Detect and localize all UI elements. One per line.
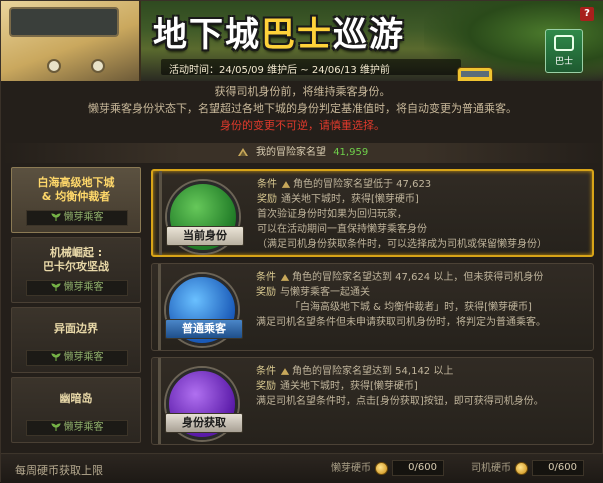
- bus-icon: [554, 35, 574, 51]
- identity-notice: 获得司机身份前，将维持乘客身份。 懒芽乘客身份状态下，名望超过各地下城的身份判定…: [1, 83, 603, 141]
- lazy-coin-counter: 懒芽硬币 0/600: [331, 460, 444, 478]
- fame-icon: [237, 148, 248, 156]
- dungeon-status: 懒芽乘客: [26, 280, 128, 296]
- fame-value: 41,959: [333, 147, 369, 158]
- get-identity-button[interactable]: 身份获取: [165, 413, 243, 433]
- identity-card-normal-passenger: 普通乘客 条件 角色的冒险家名望达到 47,624 以上，但未获得司机身份 奖励与…: [151, 263, 594, 351]
- current-identity-badge: 当前身份: [166, 226, 244, 246]
- person-emblem-icon: 普通乘客: [165, 274, 243, 346]
- identity-card-lazy-passenger: 当前身份 条件 角色的冒险家名望低于 47,623 奖励 通关地下城时，获得[懒芽硬…: [151, 169, 594, 257]
- sprout-icon: [50, 283, 61, 291]
- normal-passenger-badge: 普通乘客: [165, 319, 243, 339]
- sprout-icon: [50, 353, 61, 361]
- bus-illustration: [1, 1, 141, 81]
- weekly-limit-label: 每周硬币获取上限: [15, 464, 103, 477]
- sprout-icon: [50, 423, 61, 431]
- dungeon-item-white-sea[interactable]: 白海高级地下城 & 均衡仲裁者 懒芽乘客: [11, 167, 141, 233]
- dungeon-status: 懒芽乘客: [26, 350, 128, 366]
- mini-bus-icon: [457, 67, 493, 81]
- event-period: 活动时间：24/05/09 维护后 ~ 24/06/13 维护前: [161, 59, 461, 76]
- event-banner: 地下城巴士巡游 活动时间：24/05/09 维护后 ~ 24/06/13 维护前…: [1, 1, 603, 81]
- dungeon-item-dark-island[interactable]: 幽暗岛 懒芽乘客: [11, 377, 141, 443]
- bus-emblem-icon: 身份获取: [165, 368, 243, 440]
- driver-coin-counter: 司机硬币 0/600: [471, 460, 584, 478]
- dungeon-list: 白海高级地下城 & 均衡仲裁者 懒芽乘客 机械崛起 : 巴卡尔攻坚战 懒芽乘客 异面…: [11, 167, 143, 449]
- dungeon-status: 懒芽乘客: [26, 210, 128, 226]
- coin-icon: [515, 461, 528, 475]
- coin-icon: [375, 461, 388, 475]
- dungeon-item-bakal[interactable]: 机械崛起 : 巴卡尔攻坚战 懒芽乘客: [11, 237, 141, 303]
- dungeon-item-boundary[interactable]: 异面边界 懒芽乘客: [11, 307, 141, 373]
- dungeon-status: 懒芽乘客: [26, 420, 128, 436]
- sprout-emblem-icon: 当前身份: [166, 181, 244, 253]
- identity-card-driver: 身份获取 条件 角色的冒险家名望达到 54,142 以上 奖励 通关地下城时，获得[…: [151, 357, 594, 445]
- weekly-coin-limit-bar: 每周硬币获取上限 懒芽硬币 0/600 司机硬币 0/600: [1, 453, 603, 483]
- fame-icon: [280, 273, 290, 281]
- fame-icon: [280, 367, 290, 375]
- bus-button[interactable]: 巴士: [545, 29, 583, 73]
- warning-text: 身份的变更不可逆，请慎重选择。: [220, 119, 385, 132]
- sprout-icon: [50, 213, 61, 221]
- event-title: 地下城巴士巡游: [153, 15, 405, 55]
- help-icon[interactable]: ?: [580, 7, 594, 21]
- my-fame-bar: 我的冒险家名望 41,959: [1, 143, 603, 163]
- fame-icon: [281, 180, 291, 188]
- dungeon-bus-window: 地下城巴士巡游 活动时间：24/05/09 维护后 ~ 24/06/13 维护前…: [0, 0, 603, 483]
